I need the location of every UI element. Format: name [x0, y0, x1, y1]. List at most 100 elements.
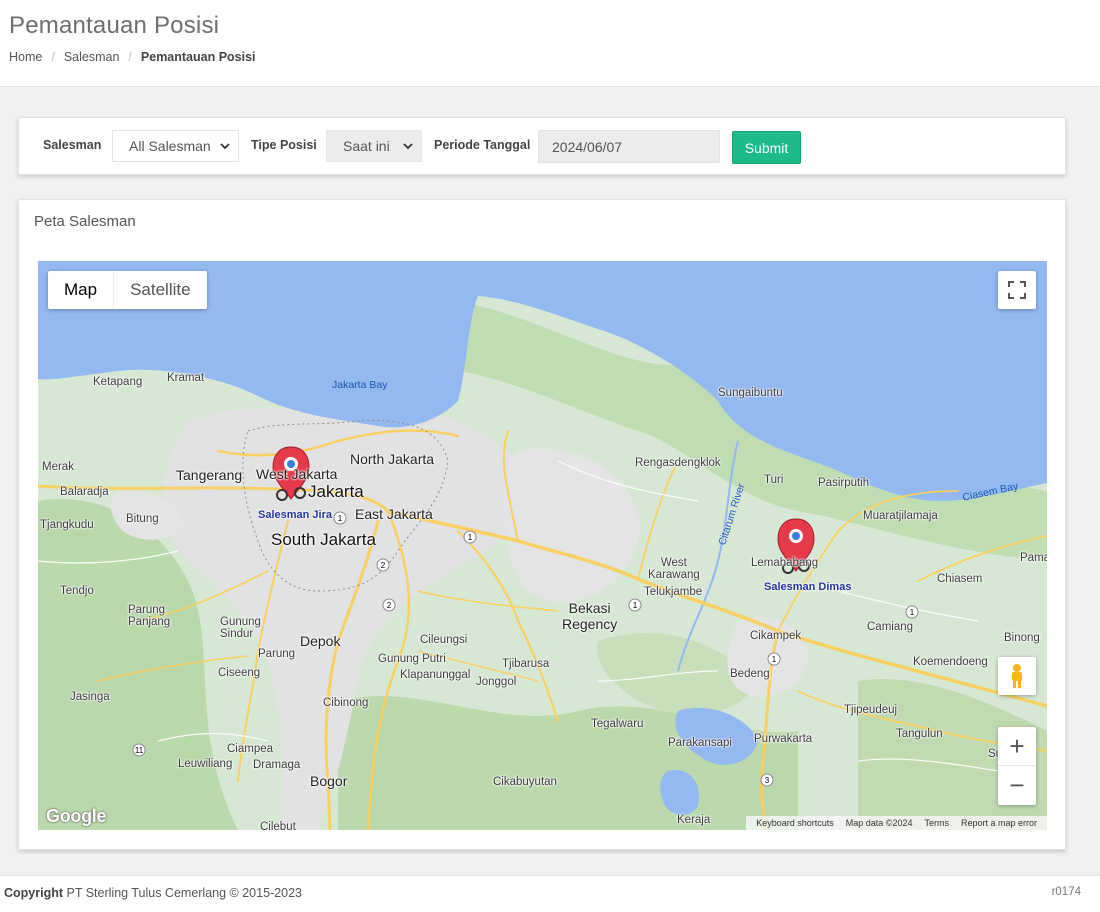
- map-label: Chiasem: [937, 573, 983, 585]
- map-base-layer: 1 1 1 1 11 2 2 3 1: [38, 261, 1047, 830]
- map-label: Turi: [764, 474, 784, 486]
- map-label: Binong: [1004, 632, 1040, 644]
- map-label: Ciampea: [227, 743, 274, 755]
- map-label: Kramat: [167, 372, 205, 384]
- map-label: East Jakarta: [355, 506, 433, 522]
- map-data-text: Map data ©2024: [845, 818, 913, 828]
- map-label: Merak: [42, 461, 74, 473]
- map-type-control: Map Satellite: [48, 271, 207, 309]
- version-text: r0174: [1051, 886, 1081, 898]
- map-label: Parung Panjang: [128, 604, 171, 628]
- map-label: Cikampek: [750, 630, 802, 642]
- map-attribution: Keyboard shortcuts Map data ©2024 Terms …: [746, 816, 1047, 830]
- map-label: Pasirputih: [818, 477, 870, 489]
- fullscreen-button[interactable]: [998, 271, 1036, 309]
- map-label: Camiang: [867, 621, 914, 633]
- map-label: Bogor: [310, 773, 348, 789]
- chevron-down-icon: [220, 143, 230, 150]
- svg-text:1: 1: [633, 601, 638, 610]
- map-label: West Karawang: [648, 557, 700, 581]
- breadcrumb-salesman[interactable]: Salesman: [64, 50, 120, 64]
- map-label: South Jakarta: [271, 530, 376, 549]
- map-type-map-button[interactable]: Map: [48, 271, 115, 309]
- marker-label-salesman-jira: Salesman Jira: [258, 509, 332, 521]
- map-label: Jasinga: [70, 691, 110, 703]
- map-label: Koemendoeng: [913, 656, 988, 668]
- tipe-posisi-select[interactable]: Saat ini: [326, 130, 422, 162]
- page-header: Pemantauan Posisi Home / Salesman / Pema…: [0, 0, 1100, 87]
- map-label: Ciseeng: [218, 667, 261, 679]
- filter-panel: Salesman All Salesman Tipe Posisi Saat i…: [18, 117, 1066, 175]
- map-type-satellite-button[interactable]: Satellite: [114, 271, 206, 309]
- map-label: Bekasi Regency: [562, 600, 618, 632]
- zoom-in-button[interactable]: +: [998, 727, 1036, 766]
- google-logo: Google: [46, 806, 107, 826]
- salesman-map[interactable]: 1 1 1 1 11 2 2 3 1 Ketapang Kramat Jakar…: [38, 261, 1047, 830]
- map-label: Dramaga: [253, 759, 301, 771]
- svg-text:11: 11: [135, 746, 144, 755]
- svg-text:1: 1: [910, 608, 915, 617]
- map-label: Cileungsi: [420, 634, 468, 646]
- breadcrumb: Home / Salesman / Pemantauan Posisi: [9, 50, 256, 64]
- map-label: Bitung: [126, 513, 159, 525]
- map-panel: Peta Salesman 1 1 1 1 11 2 2 3 1 Ketapan…: [18, 199, 1066, 850]
- map-label: Leuwiliang: [178, 758, 233, 770]
- breadcrumb-separator: /: [51, 50, 55, 64]
- svg-text:1: 1: [468, 533, 473, 542]
- salesman-select[interactable]: All Salesman: [112, 130, 239, 162]
- copyright-owner: PT Sterling Tulus Cemerlang © 2015-2023: [63, 886, 303, 900]
- map-label: Tjipeudeuj: [844, 704, 898, 716]
- map-label: Tendjo: [60, 585, 94, 597]
- pegman-icon: [1012, 664, 1022, 688]
- map-label: Parakansapi: [668, 737, 732, 749]
- tipe-posisi-label: Tipe Posisi: [251, 138, 317, 152]
- map-label: Tjibarusa: [502, 658, 550, 670]
- submit-button[interactable]: Submit: [732, 131, 801, 164]
- map-panel-title: Peta Salesman: [34, 213, 136, 230]
- report-error-link[interactable]: Report a map error: [961, 818, 1037, 828]
- page-title: Pemantauan Posisi: [9, 12, 220, 39]
- zoom-out-button[interactable]: −: [998, 766, 1036, 805]
- marker-label-salesman-dimas: Salesman Dimas: [764, 581, 852, 593]
- map-label: Tangulun: [896, 728, 943, 740]
- svg-text:1: 1: [772, 655, 777, 664]
- svg-text:1: 1: [338, 514, 343, 523]
- map-label: Tangerang: [176, 467, 243, 483]
- keyboard-shortcuts-link[interactable]: Keyboard shortcuts: [756, 818, 834, 828]
- terms-link[interactable]: Terms: [924, 818, 949, 828]
- map-label: Keraja: [677, 814, 711, 826]
- map-label: Cikabuyutan: [493, 776, 557, 788]
- map-label: Muaratjilamaja: [863, 510, 938, 522]
- svg-text:2: 2: [387, 601, 392, 610]
- periode-tanggal-value: 2024/06/07: [552, 138, 623, 155]
- map-label: Balaradja: [60, 486, 109, 498]
- fullscreen-icon: [1008, 281, 1026, 299]
- copyright-label: Copyright: [4, 886, 64, 900]
- map-label: Tegalwaru: [591, 718, 644, 730]
- map-label: Ketapang: [93, 376, 143, 388]
- breadcrumb-separator: /: [128, 50, 132, 64]
- map-label: Gunung Sindur: [220, 616, 261, 640]
- map-label: Gunung Putri: [378, 653, 446, 665]
- salesman-label: Salesman: [43, 138, 102, 152]
- map-label: Purwakarta: [754, 733, 813, 745]
- periode-tanggal-input[interactable]: 2024/06/07: [538, 130, 720, 163]
- map-label: Tjangkudu: [40, 519, 94, 531]
- map-label: Jonggol: [476, 676, 517, 688]
- map-label: Depok: [300, 633, 341, 649]
- footer: Copyright PT Sterling Tulus Cemerlang © …: [0, 875, 1100, 912]
- map-label: Cibinong: [323, 697, 369, 709]
- map-label: Sungaibuntu: [718, 387, 783, 399]
- map-label: Klapanunggal: [400, 669, 471, 681]
- breadcrumb-home[interactable]: Home: [9, 50, 42, 64]
- copyright-text: Copyright PT Sterling Tulus Cemerlang © …: [4, 886, 302, 900]
- periode-tanggal-label: Periode Tanggal: [434, 138, 531, 152]
- salesman-select-value: All Salesman: [129, 138, 211, 154]
- map-label: Telukjambe: [644, 586, 703, 598]
- chevron-down-icon: [403, 143, 413, 150]
- map-label: Jakarta Bay: [332, 379, 388, 391]
- map-label: West Jakarta: [256, 466, 338, 482]
- breadcrumb-current: Pemantauan Posisi: [140, 50, 256, 64]
- street-view-button[interactable]: [998, 657, 1036, 695]
- map-label: Rengasdengklok: [635, 457, 721, 469]
